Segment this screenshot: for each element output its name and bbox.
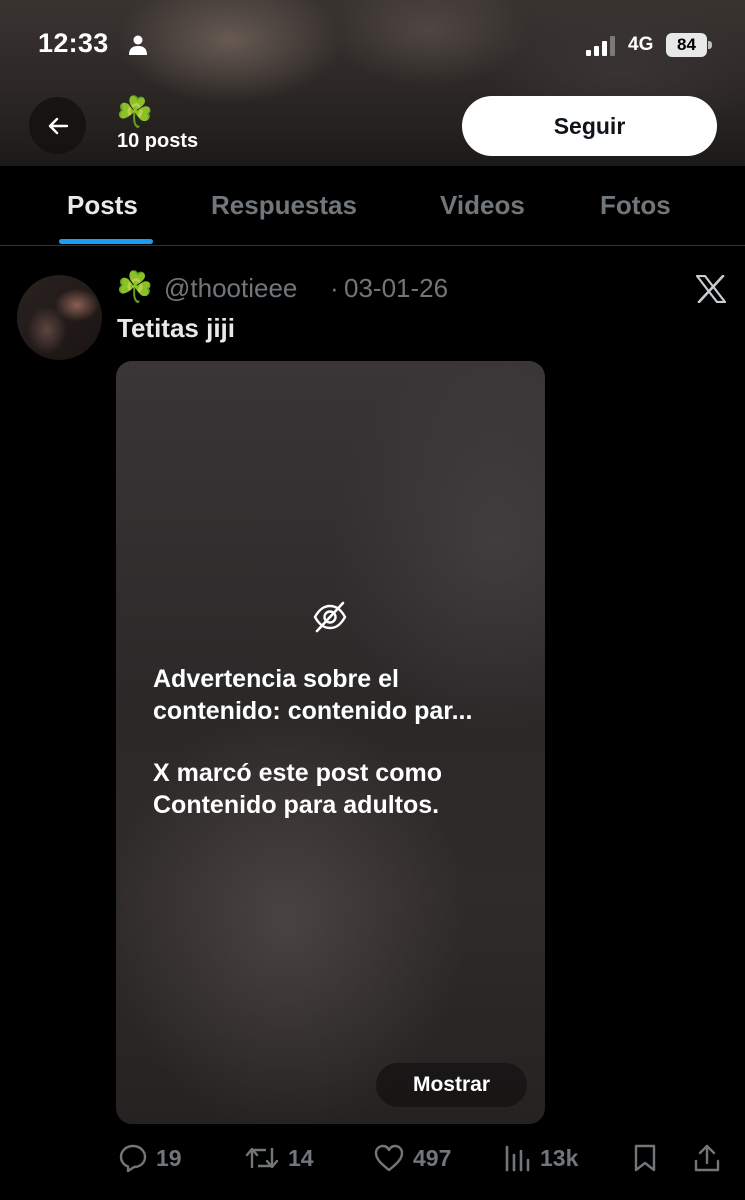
post-date[interactable]: 03-01-26 [344,273,448,304]
share-icon [694,1144,720,1172]
battery-cap [708,41,712,49]
follow-button[interactable]: Seguir [462,96,717,156]
repost-count: 14 [288,1144,314,1171]
profile-header-banner: 12:33 4G 84 ☘️ 10 posts Seguir [0,0,745,166]
eye-slash-icon [313,601,347,633]
like-action[interactable]: 497 [373,1140,451,1176]
signal-icon [586,36,615,56]
repost-action[interactable]: 14 [244,1140,314,1176]
author-name-emoji[interactable]: ☘️ [116,270,153,306]
author-handle[interactable]: @thootieee [164,273,297,304]
bookmark-icon [634,1144,656,1172]
like-icon [374,1144,404,1172]
profile-name-emoji: ☘️ [116,96,154,129]
tab-posts[interactable]: Posts [67,190,138,221]
views-action[interactable]: 13k [504,1140,578,1176]
profile-tabs: Posts Respuestas Videos Fotos [0,166,745,246]
repost-icon [245,1147,279,1169]
views-count: 13k [540,1144,579,1171]
back-arrow-icon [48,117,68,134]
post-text: Tetitas jiji [117,313,235,343]
show-media-button[interactable]: Mostrar [376,1063,527,1107]
battery-indicator: 84 [666,33,712,57]
content-warning-body: X marcó este post como Contenido para ad… [153,759,442,819]
views-icon [505,1145,530,1172]
sensitive-media-card: Advertencia sobre el contenido: contenid… [116,361,545,1124]
reply-action[interactable]: 19 [118,1140,182,1176]
active-tab-indicator [59,239,153,244]
battery-level: 84 [666,33,707,57]
tab-fotos[interactable]: Fotos [600,190,671,221]
network-type: 4G [628,34,654,55]
tab-videos[interactable]: Videos [440,190,525,221]
tab-respuestas[interactable]: Respuestas [211,190,357,221]
status-bar: 12:33 4G 84 [0,0,745,90]
person-icon [129,35,147,55]
content-warning-title: Advertencia sobre el contenido: contenid… [153,665,473,725]
reply-icon [119,1144,147,1173]
meta-separator: · [330,273,339,303]
share-button[interactable] [692,1140,722,1176]
status-time: 12:33 [38,28,109,58]
avatar[interactable] [17,275,102,360]
reply-count: 19 [156,1144,182,1171]
x-logo-icon [696,275,726,303]
bookmark-button[interactable] [632,1140,658,1176]
post-count: 10 posts [117,130,199,152]
back-button[interactable] [29,97,86,154]
like-count: 497 [413,1144,452,1171]
